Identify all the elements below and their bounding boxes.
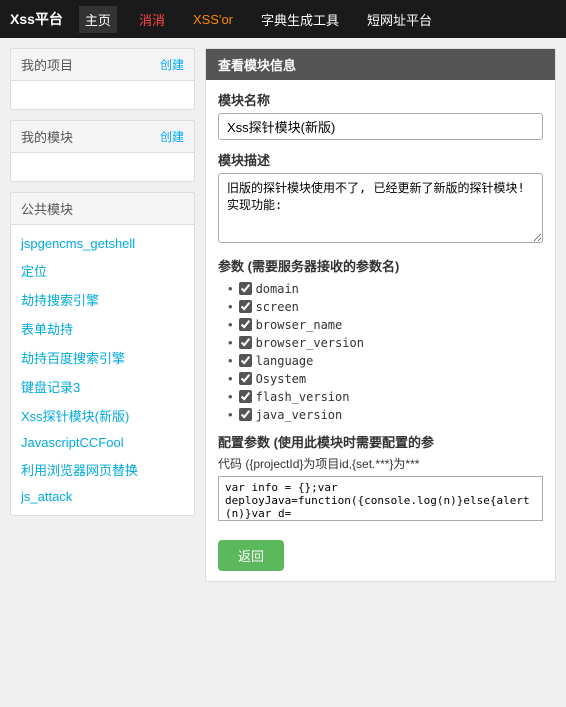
public-module-link[interactable]: 劫持搜索引擎 [21, 293, 99, 308]
navbar-item-home[interactable]: 主页 [79, 6, 117, 33]
list-item: • language [228, 353, 543, 368]
navbar: Xss平台 主页 消消 XSS'or 字典生成工具 短网址平台 [0, 0, 566, 38]
bullet-icon: • [228, 317, 233, 332]
public-modules-header: 公共模块 [11, 193, 194, 225]
right-panel-header: 查看模块信息 [206, 49, 555, 80]
param-name: flash_version [256, 390, 350, 404]
right-panel-body: 模块名称 模块描述 参数 (需要服务器接收的参数名) • domain • scree… [206, 80, 555, 581]
my-projects-title: 我的项目 [21, 55, 73, 74]
list-item: JavascriptCCFool [11, 430, 194, 455]
navbar-item-xssor[interactable]: XSS'or [187, 8, 239, 31]
param-checkbox[interactable] [239, 354, 252, 367]
list-item: 劫持搜索引擎 [11, 285, 194, 314]
list-item: Xss探针模块(新版) [11, 401, 194, 430]
public-modules-title: 公共模块 [21, 199, 73, 218]
module-desc-textarea[interactable] [218, 173, 543, 243]
my-modules-body [11, 153, 194, 181]
public-module-link[interactable]: 键盘记录3 [21, 380, 80, 395]
module-desc-group: 模块描述 [218, 150, 543, 246]
list-item: 利用浏览器网页替换 [11, 455, 194, 484]
list-item: • Osystem [228, 371, 543, 386]
param-checkbox[interactable] [239, 390, 252, 403]
param-name: screen [256, 300, 299, 314]
my-modules-title: 我的模块 [21, 127, 73, 146]
public-module-link[interactable]: jspgencms_getshell [21, 236, 135, 251]
param-checkbox[interactable] [239, 336, 252, 349]
list-item: jspgencms_getshell [11, 231, 194, 256]
param-name: domain [256, 282, 299, 296]
params-section: 参数 (需要服务器接收的参数名) • domain • screen • browser_… [218, 256, 543, 422]
param-name: browser_version [256, 336, 364, 350]
sidebar: 我的项目 创建 我的模块 创建 公共模块 jspgencms_getshell 定… [10, 48, 195, 516]
list-item: 表单劫持 [11, 314, 194, 343]
list-item: 劫持百度搜索引擎 [11, 343, 194, 372]
config-section: 配置参数 (使用此模块时需要配置的参 代码 ({projectId}为项目id,… [218, 432, 543, 524]
config-label: 配置参数 (使用此模块时需要配置的参 [218, 432, 543, 451]
param-checkbox[interactable] [239, 408, 252, 421]
right-panel: 查看模块信息 模块名称 模块描述 参数 (需要服务器接收的参数名) • domai… [205, 48, 556, 582]
public-module-link[interactable]: 表单劫持 [21, 322, 73, 337]
bullet-icon: • [228, 371, 233, 386]
param-checkbox[interactable] [239, 300, 252, 313]
navbar-item-xiaoxiao[interactable]: 消消 [133, 6, 171, 33]
param-name: browser_name [256, 318, 343, 332]
public-module-link[interactable]: 定位 [21, 264, 47, 279]
navbar-item-dict[interactable]: 字典生成工具 [255, 6, 345, 33]
list-item: • browser_version [228, 335, 543, 350]
module-name-input[interactable] [218, 113, 543, 140]
module-name-label: 模块名称 [218, 90, 543, 109]
list-item: 键盘记录3 [11, 372, 194, 401]
list-item: 定位 [11, 256, 194, 285]
bullet-icon: • [228, 389, 233, 404]
my-modules-section: 我的模块 创建 [10, 120, 195, 182]
params-label: 参数 (需要服务器接收的参数名) [218, 256, 543, 275]
my-projects-header: 我的项目 创建 [11, 49, 194, 81]
public-module-link[interactable]: js_attack [21, 489, 72, 504]
my-modules-create-button[interactable]: 创建 [160, 128, 184, 145]
list-item: • browser_name [228, 317, 543, 332]
return-button[interactable]: 返回 [218, 540, 284, 571]
navbar-item-shorturl[interactable]: 短网址平台 [361, 6, 438, 33]
param-checkbox[interactable] [239, 282, 252, 295]
bullet-icon: • [228, 353, 233, 368]
list-item: • screen [228, 299, 543, 314]
navbar-brand: Xss平台 [10, 9, 63, 29]
param-name: java_version [256, 408, 343, 422]
code-label: 代码 ({projectId}为项目id,{set.***}为*** [218, 455, 543, 472]
param-checkbox[interactable] [239, 372, 252, 385]
list-item: • java_version [228, 407, 543, 422]
param-name: language [256, 354, 314, 368]
list-item: • domain [228, 281, 543, 296]
my-projects-create-button[interactable]: 创建 [160, 56, 184, 73]
public-modules-list: jspgencms_getshell 定位劫持搜索引擎表单劫持劫持百度搜索引擎键盘… [11, 225, 194, 515]
bullet-icon: • [228, 407, 233, 422]
main-layout: 我的项目 创建 我的模块 创建 公共模块 jspgencms_getshell 定… [0, 38, 566, 592]
bullet-icon: • [228, 281, 233, 296]
public-module-link[interactable]: Xss探针模块(新版) [21, 409, 129, 424]
param-name: Osystem [256, 372, 307, 386]
public-module-link[interactable]: 利用浏览器网页替换 [21, 463, 138, 478]
my-modules-header: 我的模块 创建 [11, 121, 194, 153]
code-textarea[interactable] [218, 476, 543, 521]
my-projects-section: 我的项目 创建 [10, 48, 195, 110]
public-modules-section: 公共模块 jspgencms_getshell 定位劫持搜索引擎表单劫持劫持百度搜… [10, 192, 195, 516]
bullet-icon: • [228, 335, 233, 350]
public-module-link[interactable]: JavascriptCCFool [21, 435, 124, 450]
my-projects-body [11, 81, 194, 109]
bullet-icon: • [228, 299, 233, 314]
param-checkbox[interactable] [239, 318, 252, 331]
list-item: • flash_version [228, 389, 543, 404]
module-desc-label: 模块描述 [218, 150, 543, 169]
public-module-link[interactable]: 劫持百度搜索引擎 [21, 351, 125, 366]
module-name-group: 模块名称 [218, 90, 543, 140]
params-list: • domain • screen • browser_name • browser_vers… [218, 281, 543, 422]
list-item: js_attack [11, 484, 194, 509]
